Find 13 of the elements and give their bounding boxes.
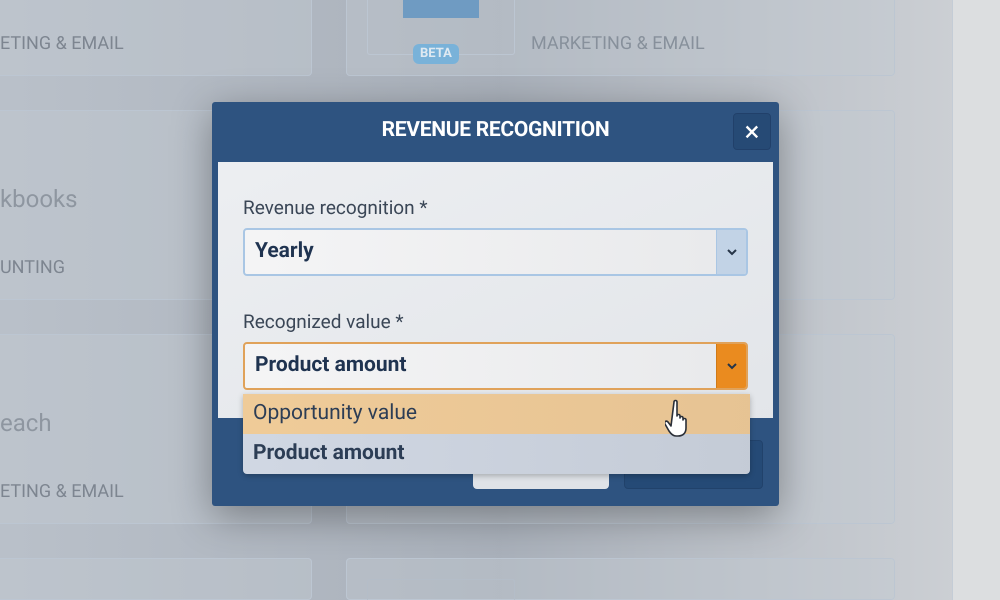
beta-badge: BETA (413, 44, 459, 64)
chevron-down-icon (716, 230, 746, 274)
close-button[interactable]: × (733, 113, 771, 150)
dropdown-select[interactable]: Yearly (243, 228, 748, 276)
field-label: Recognized value * (243, 310, 405, 334)
field-label: Revenue recognition * (243, 196, 429, 220)
card-category: ETING & EMAIL (0, 483, 124, 501)
card-category: ETING & EMAIL (0, 35, 124, 53)
chevron-down-icon (716, 344, 746, 388)
dropdown-option[interactable]: Product amount (243, 434, 750, 474)
card-category: UNTING (0, 259, 65, 277)
dropdown-option[interactable]: Opportunity value (243, 394, 750, 434)
dialog-title: REVENUE RECOGNITION (382, 117, 610, 144)
